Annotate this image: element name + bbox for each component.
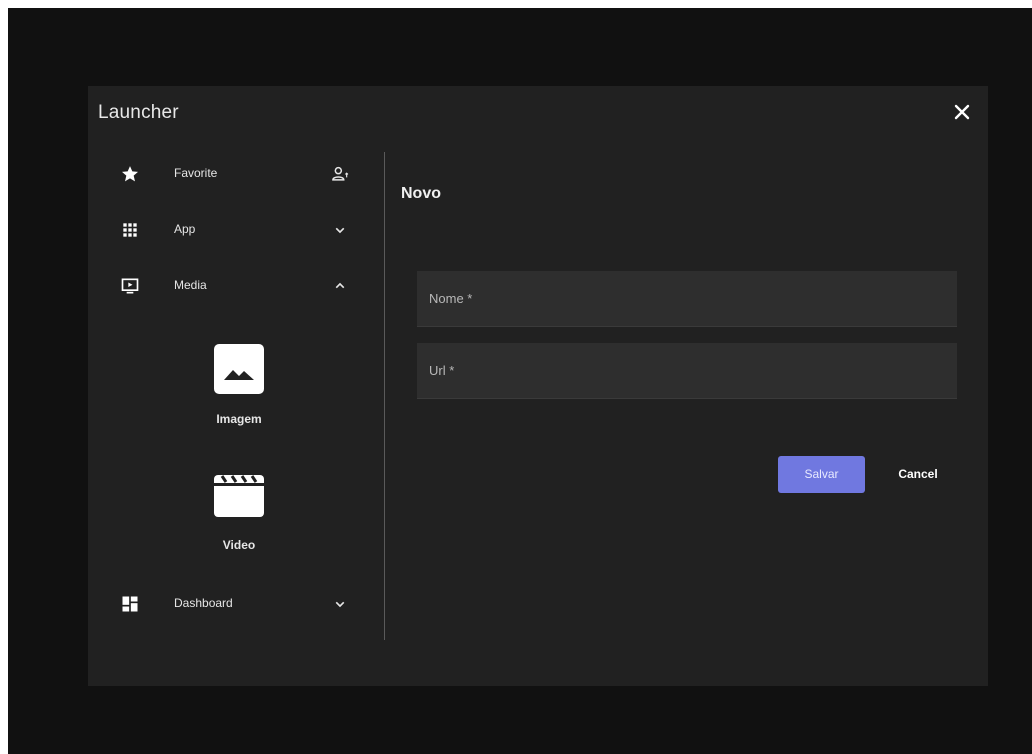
- sidebar-item-label: Media: [174, 278, 207, 292]
- url-field[interactable]: [417, 343, 957, 399]
- dashboard-icon: [120, 594, 140, 614]
- sidebar-item-label: Dashboard: [174, 596, 233, 610]
- apps-grid-icon: [120, 220, 140, 240]
- dialog-title: Launcher: [98, 102, 179, 123]
- clapperboard-icon: [212, 468, 266, 522]
- launcher-dialog: Launcher Favorite App Media Imagem Video…: [88, 86, 988, 686]
- sidebar-item-favorite[interactable]: Favorite: [88, 156, 378, 192]
- close-icon: [954, 104, 970, 120]
- chevron-down-icon[interactable]: [330, 220, 350, 240]
- sidebar-item-label: App: [174, 222, 196, 236]
- tv-play-icon: [120, 276, 140, 296]
- person-add-icon[interactable]: [330, 164, 350, 184]
- sidebar-item-dashboard[interactable]: Dashboard: [88, 586, 378, 622]
- media-tile-video[interactable]: Video: [192, 468, 282, 568]
- url-input[interactable]: [417, 343, 957, 398]
- screen-background: Launcher Favorite App Media Imagem Video…: [8, 8, 1032, 754]
- chevron-down-icon[interactable]: [330, 594, 350, 614]
- media-tile-label: Video: [222, 538, 256, 552]
- media-tile-imagem[interactable]: Imagem: [192, 342, 282, 442]
- sidebar-item-app[interactable]: App: [88, 212, 378, 248]
- form-title: Novo: [401, 185, 441, 202]
- sidebar-divider: [384, 152, 385, 640]
- star-icon: [120, 164, 140, 184]
- sidebar-item-media[interactable]: Media: [88, 268, 378, 304]
- name-input[interactable]: [417, 271, 957, 326]
- cancel-button[interactable]: Cancel: [878, 456, 958, 493]
- chevron-up-icon[interactable]: [330, 276, 350, 296]
- close-button[interactable]: [950, 100, 974, 124]
- save-button[interactable]: Salvar: [778, 456, 865, 493]
- name-field[interactable]: [417, 271, 957, 327]
- sidebar-item-label: Favorite: [174, 166, 218, 180]
- media-tile-label: Imagem: [216, 412, 262, 426]
- image-icon: [212, 342, 266, 396]
- launcher-sidebar: Favorite App Media Imagem Video Dashboar…: [88, 146, 384, 641]
